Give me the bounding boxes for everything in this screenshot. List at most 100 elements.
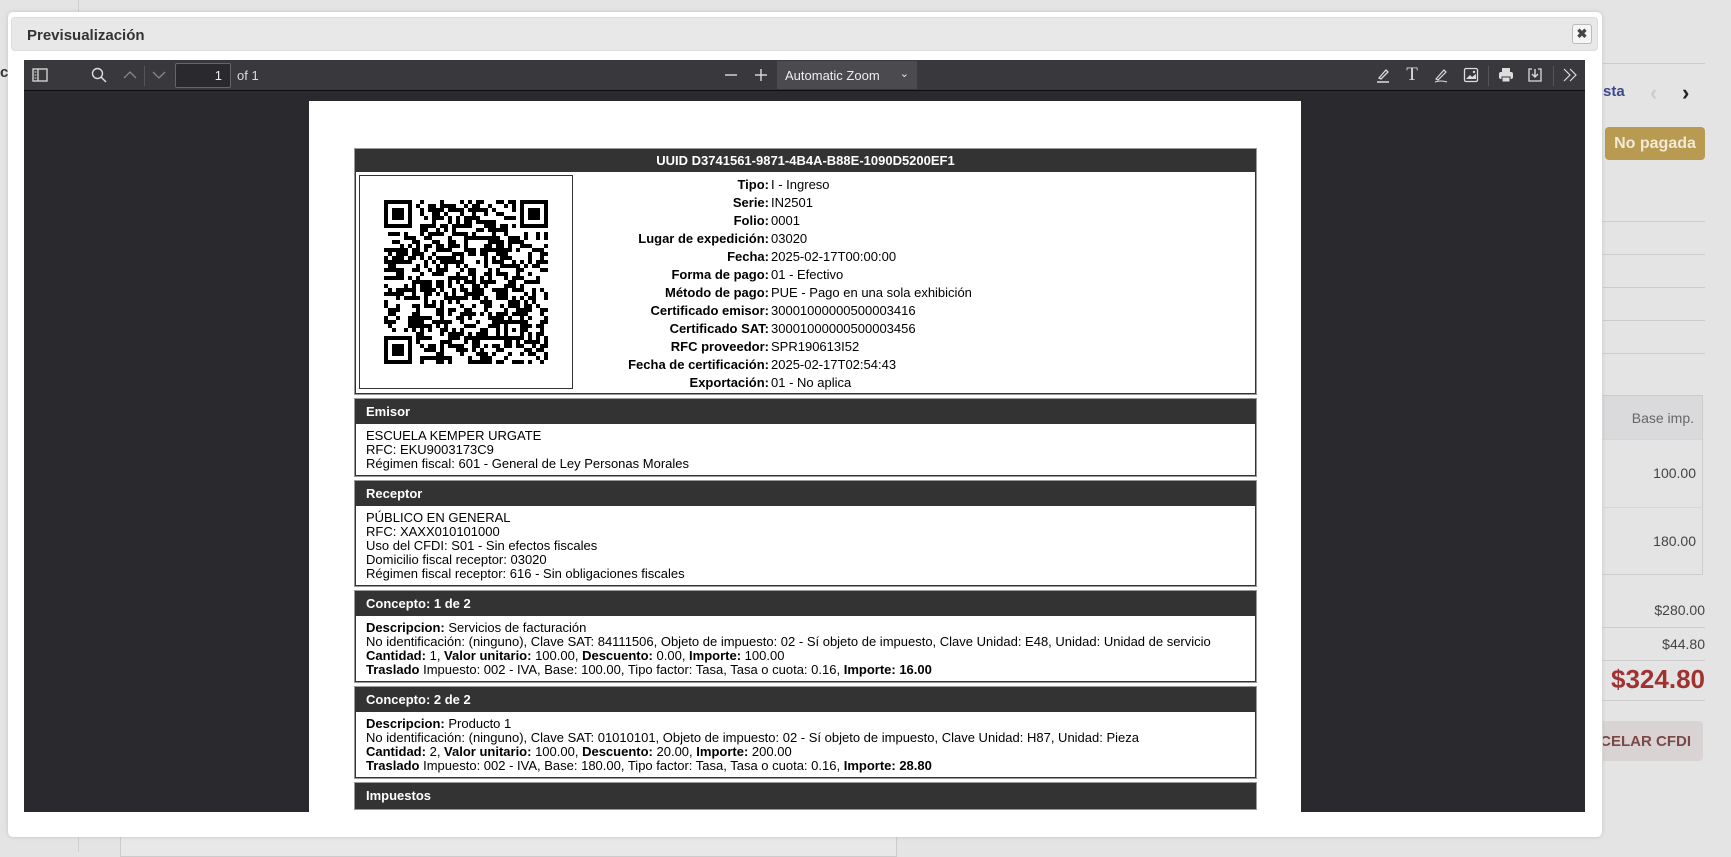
invoice-info-list: Tipo: I - Ingreso Serie: IN2501 Folio: 0001 Lu… xyxy=(576,172,972,393)
print-icon[interactable] xyxy=(1495,65,1517,85)
info-row: Forma de pago: 01 - Efectivo xyxy=(576,266,972,284)
chevron-left-icon[interactable]: ‹ xyxy=(1650,80,1657,106)
concepto-descripcion: Descripcion: Servicios de facturación xyxy=(366,620,587,635)
divider xyxy=(1603,63,1705,64)
info-row: Serie: IN2501 xyxy=(576,194,972,212)
info-label: Fecha de certificación: xyxy=(628,357,769,372)
zoom-select-value: Automatic Zoom xyxy=(785,68,880,83)
receptor-section: Receptor PÚBLICO EN GENERAL RFC: XAXX010… xyxy=(355,481,1256,586)
background-link[interactable]: sta xyxy=(1603,83,1625,100)
info-value: 03020 xyxy=(771,231,808,246)
info-value: 2025-02-17T00:00:00 xyxy=(771,249,897,264)
draw-icon[interactable] xyxy=(1430,65,1452,85)
info-label: Lugar de expedición: xyxy=(638,231,769,246)
search-icon[interactable] xyxy=(88,65,110,85)
text-icon[interactable]: T xyxy=(1401,64,1423,85)
concepto-cantidades: Cantidad: 2, Valor unitario: 100.00, Des… xyxy=(366,744,792,759)
toolbar-separator xyxy=(1553,66,1554,86)
concepto-section: Concepto: 1 de 2 Descripcion: Servicios … xyxy=(355,591,1256,682)
info-value: 30001000000500003416 xyxy=(771,303,916,318)
qr-code xyxy=(359,175,573,389)
pdf-toolbar: of 1 Automatic Zoom ⌄ T xyxy=(24,60,1585,91)
save-icon[interactable] xyxy=(1524,65,1546,85)
previous-page-icon[interactable] xyxy=(119,65,141,85)
highlight-icon[interactable] xyxy=(1372,65,1394,85)
sidebar-toggle-icon[interactable] xyxy=(29,65,51,85)
toolbar-separator xyxy=(144,66,145,86)
info-value: IN2501 xyxy=(771,195,813,210)
uuid-section: UUID D3741561-9871-4B4A-B88E-1090D5200EF… xyxy=(355,149,1256,394)
cfdi-document: UUID D3741561-9871-4B4A-B88E-1090D5200EF… xyxy=(355,149,1256,812)
info-label: RFC proveedor: xyxy=(670,339,769,354)
tools-icon[interactable] xyxy=(1559,65,1581,85)
info-value: 01 - No aplica xyxy=(771,375,852,390)
divider xyxy=(1603,287,1705,288)
table-cell: 100.00 xyxy=(1603,439,1702,507)
impuestos-section: Impuestos xyxy=(355,783,1256,809)
divider xyxy=(1603,660,1705,661)
page-count: of 1 xyxy=(237,68,259,83)
info-row: Certificado SAT: 30001000000500003456 xyxy=(576,320,972,338)
next-page-icon[interactable] xyxy=(148,65,170,85)
emisor-section: Emisor ESCUELA KEMPER URGATE RFC: EKU900… xyxy=(355,399,1256,476)
uuid-header: UUID D3741561-9871-4B4A-B88E-1090D5200EF… xyxy=(356,150,1255,172)
info-value: SPR190613I52 xyxy=(771,339,860,354)
cancel-cfdi-button[interactable]: CELAR CFDI xyxy=(1603,721,1703,761)
divider xyxy=(1603,221,1705,222)
zoom-out-icon[interactable] xyxy=(720,65,742,85)
image-icon[interactable] xyxy=(1460,65,1482,85)
chevron-right-icon[interactable]: › xyxy=(1682,80,1689,106)
info-label: Certificado SAT: xyxy=(669,321,769,336)
zoom-select[interactable]: Automatic Zoom ⌄ xyxy=(777,61,917,89)
info-value: 2025-02-17T02:54:43 xyxy=(771,357,897,372)
info-row: Método de pago: PUE - Pago en una sola ex… xyxy=(576,284,972,302)
info-row: Lugar de expedición: 03020 xyxy=(576,230,972,248)
info-label: Certificado emisor: xyxy=(650,303,769,318)
section-header: Impuestos xyxy=(356,784,1255,808)
info-row: Exportación: 01 - No aplica xyxy=(576,374,972,392)
pdf-viewer: of 1 Automatic Zoom ⌄ T xyxy=(24,60,1585,812)
info-value: I - Ingreso xyxy=(771,177,830,192)
tax-total: $44.80 xyxy=(1662,636,1705,652)
section-header: Concepto: 2 de 2 xyxy=(356,688,1255,712)
info-label: Fecha: xyxy=(727,249,769,264)
receptor-rfc: RFC: XAXX010101000 xyxy=(366,524,500,539)
page-number-input[interactable] xyxy=(175,63,231,88)
concepto-traslado: Traslado Impuesto: 002 - IVA, Base: 180.… xyxy=(366,758,932,773)
toolbar-separator xyxy=(1488,66,1489,86)
close-icon[interactable]: ✖ xyxy=(1572,24,1592,44)
receptor-regimen: Régimen fiscal receptor: 616 - Sin oblig… xyxy=(366,566,685,581)
pdf-page: UUID D3741561-9871-4B4A-B88E-1090D5200EF… xyxy=(309,101,1301,812)
divider xyxy=(1603,627,1705,628)
table-cell: 180.00 xyxy=(1603,507,1702,575)
divider xyxy=(1603,700,1705,701)
info-row: Certificado emisor: 30001000000500003416 xyxy=(576,302,972,320)
info-value: 30001000000500003456 xyxy=(771,321,916,336)
modal-header: Previsualización ✖ xyxy=(11,17,1598,51)
chevron-down-icon: ⌄ xyxy=(899,68,909,80)
subtotal: $280.00 xyxy=(1654,602,1705,618)
info-row: RFC proveedor: SPR190613I52 xyxy=(576,338,972,356)
divider xyxy=(1603,320,1705,321)
section-header: Concepto: 1 de 2 xyxy=(356,592,1255,616)
concepto-traslado: Traslado Impuesto: 002 - IVA, Base: 100.… xyxy=(366,662,932,677)
zoom-in-icon[interactable] xyxy=(750,65,772,85)
concepto-cantidades: Cantidad: 1, Valor unitario: 100.00, Des… xyxy=(366,648,785,663)
modal-title: Previsualización xyxy=(27,27,145,44)
receptor-domicilio: Domicilio fiscal receptor: 03020 xyxy=(366,552,547,567)
section-header: Receptor xyxy=(356,482,1255,506)
tax-table: Base imp. 100.00 180.00 xyxy=(1603,395,1703,575)
info-row: Tipo: I - Ingreso xyxy=(576,176,972,194)
info-value: 0001 xyxy=(771,213,800,228)
grand-total: $324.80 xyxy=(1611,664,1705,694)
info-row: Fecha: 2025-02-17T00:00:00 xyxy=(576,248,972,266)
info-row: Fecha de certificación: 2025-02-17T02:54:… xyxy=(576,356,972,374)
concepto-section: Concepto: 2 de 2 Descripcion: Producto 1… xyxy=(355,687,1256,778)
concepto-descripcion: Descripcion: Producto 1 xyxy=(366,716,512,731)
status-badge: No pagada xyxy=(1605,127,1705,160)
concepto-identificacion: No identificación: (ninguno), Clave SAT:… xyxy=(366,730,1139,745)
table-header-base: Base imp. xyxy=(1603,396,1702,439)
divider xyxy=(1603,353,1705,354)
emisor-name: ESCUELA KEMPER URGATE xyxy=(366,428,542,443)
info-value: 01 - Efectivo xyxy=(771,267,844,282)
